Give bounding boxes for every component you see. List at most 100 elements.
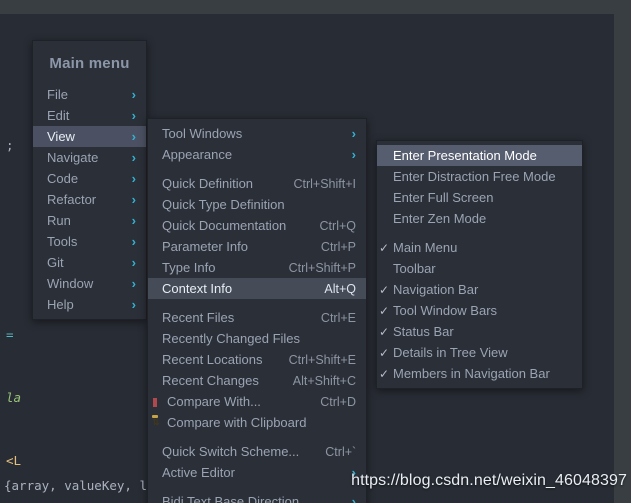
menu-item-bidi-text-base-direction[interactable]: Bidi Text Base Direction › <box>148 491 366 503</box>
menu-item-appearance[interactable]: Appearance › <box>148 144 366 165</box>
menu-item-label: Main Menu <box>393 240 458 255</box>
menu-item-active-editor[interactable]: Active Editor › <box>148 462 366 483</box>
menu-item-quick-documentation[interactable]: Quick Documentation Ctrl+Q <box>148 215 366 236</box>
main-menu-panel[interactable]: Main menu File › Edit › View › Navigate … <box>32 40 147 320</box>
menu-item-help[interactable]: Help › <box>33 294 146 315</box>
menu-item-label: Toolbar <box>393 261 436 276</box>
menu-item-label: Quick Switch Scheme... <box>162 444 300 459</box>
menu-item-recent-changes[interactable]: Recent Changes Alt+Shift+C <box>148 370 366 391</box>
check-icon: ✓ <box>379 213 393 225</box>
menu-item-recent-locations[interactable]: Recent Locations Ctrl+Shift+E <box>148 349 366 370</box>
menu-item-enter-presentation-mode[interactable]: ✓ Enter Presentation Mode <box>377 145 582 166</box>
menu-item-label: Quick Documentation <box>162 218 287 233</box>
menu-item-label: Appearance <box>162 147 233 162</box>
menu-item-view[interactable]: View › <box>33 126 146 147</box>
menu-item-enter-zen-mode[interactable]: ✓ Enter Zen Mode <box>377 208 582 229</box>
menu-item-quick-switch-scheme[interactable]: Quick Switch Scheme... Ctrl+` <box>148 441 366 462</box>
menu-separator <box>148 165 366 173</box>
code-line: la <box>6 390 22 405</box>
chevron-right-icon: › <box>351 147 356 162</box>
menu-item-label: Type Info <box>162 260 216 275</box>
menu-item-status-bar[interactable]: ✓ Status Bar <box>377 321 582 342</box>
compare-with-icon <box>149 395 164 409</box>
chevron-right-icon: › <box>351 494 356 503</box>
menu-item-git[interactable]: Git › <box>33 252 146 273</box>
menu-item-quick-definition[interactable]: Quick Definition Ctrl+Shift+I <box>148 173 366 194</box>
menu-item-label: Enter Distraction Free Mode <box>393 169 556 184</box>
menu-separator <box>377 229 582 237</box>
menu-item-enter-full-screen[interactable]: ✓ Enter Full Screen <box>377 187 582 208</box>
check-icon: ✓ <box>379 263 393 275</box>
menu-item-window[interactable]: Window › <box>33 273 146 294</box>
menu-item-members-in-navigation-bar[interactable]: ✓ Members in Navigation Bar <box>377 363 582 384</box>
chevron-right-icon: › <box>131 87 136 102</box>
menu-item-context-info[interactable]: Context Info Alt+Q <box>148 278 366 299</box>
menu-item-label: Tools <box>47 234 78 249</box>
check-icon: ✓ <box>379 324 390 339</box>
chevron-right-icon: › <box>131 108 136 123</box>
menu-item-label: Bidi Text Base Direction <box>162 494 300 503</box>
menu-item-shortcut: Ctrl+Shift+I <box>293 176 356 191</box>
menu-item-label: Status Bar <box>393 324 454 339</box>
menu-item-shortcut: Ctrl+` <box>325 444 357 459</box>
menu-item-compare-with-clipboard[interactable]: Compare with Clipboard <box>148 412 366 433</box>
menu-item-label: Details in Tree View <box>393 345 508 360</box>
menu-item-label: View <box>47 129 75 144</box>
menu-item-label: Code <box>47 171 79 186</box>
menu-item-label: Refactor <box>47 192 97 207</box>
menu-item-toolbar[interactable]: ✓ Toolbar <box>377 258 582 279</box>
chevron-right-icon: › <box>131 150 136 165</box>
menu-item-quick-type-definition[interactable]: Quick Type Definition <box>148 194 366 215</box>
menu-item-file[interactable]: File › <box>33 84 146 105</box>
menu-item-run[interactable]: Run › <box>33 210 146 231</box>
menu-item-label: Enter Zen Mode <box>393 211 487 226</box>
menu-item-main-menu[interactable]: ✓ Main Menu <box>377 237 582 258</box>
menu-item-label: Parameter Info <box>162 239 248 254</box>
check-icon: ✓ <box>379 240 390 255</box>
menu-item-label: Run <box>47 213 71 228</box>
menu-item-shortcut: Alt+Shift+C <box>292 373 356 388</box>
menu-item-shortcut: Ctrl+E <box>320 310 356 325</box>
menu-item-parameter-info[interactable]: Parameter Info Ctrl+P <box>148 236 366 257</box>
menu-item-code[interactable]: Code › <box>33 168 146 189</box>
menu-item-refactor[interactable]: Refactor › <box>33 189 146 210</box>
check-icon: ✓ <box>379 192 393 204</box>
menu-item-recently-changed-files[interactable]: Recently Changed Files <box>148 328 366 349</box>
menu-item-shortcut: Ctrl+Q <box>319 218 356 233</box>
menu-item-shortcut: Ctrl+P <box>320 239 356 254</box>
app-root: ; = la <L ch (); {array, valueKey, label… <box>0 0 631 503</box>
menu-item-compare-with[interactable]: Compare With... Ctrl+D <box>148 391 366 412</box>
menu-item-label: Tool Windows <box>162 126 243 141</box>
check-icon: ✓ <box>379 282 390 297</box>
check-icon: ✓ <box>379 171 393 183</box>
appearance-submenu-panel[interactable]: ✓ Enter Presentation Mode ✓ Enter Distra… <box>376 140 583 389</box>
menu-item-label: Compare With... <box>167 394 261 409</box>
menu-item-details-in-tree-view[interactable]: ✓ Details in Tree View <box>377 342 582 363</box>
chevron-right-icon: › <box>131 234 136 249</box>
menu-item-label: Enter Full Screen <box>393 190 494 205</box>
menu-item-label: Enter Presentation Mode <box>393 148 537 163</box>
menu-item-navigation-bar[interactable]: ✓ Navigation Bar <box>377 279 582 300</box>
menu-item-tool-windows[interactable]: Tool Windows › <box>148 123 366 144</box>
menu-item-recent-files[interactable]: Recent Files Ctrl+E <box>148 307 366 328</box>
menu-item-shortcut: Ctrl+D <box>320 394 356 409</box>
menu-item-type-info[interactable]: Type Info Ctrl+Shift+P <box>148 257 366 278</box>
menu-item-label: Navigate <box>47 150 99 165</box>
menu-item-label: Compare with Clipboard <box>167 415 307 430</box>
menu-item-label: Context Info <box>162 281 233 296</box>
menu-item-navigate[interactable]: Navigate › <box>33 147 146 168</box>
menu-separator <box>148 299 366 307</box>
menu-separator <box>148 433 366 441</box>
view-submenu-panel[interactable]: Tool Windows › Appearance › Quick Defini… <box>147 118 367 503</box>
menu-item-edit[interactable]: Edit › <box>33 105 146 126</box>
menu-item-label: Recent Locations <box>162 352 263 367</box>
menu-item-label: Window <box>47 276 94 291</box>
compare-clipboard-icon <box>149 416 164 430</box>
menu-item-shortcut: Ctrl+Shift+E <box>288 352 356 367</box>
menu-item-enter-distraction-free-mode[interactable]: ✓ Enter Distraction Free Mode <box>377 166 582 187</box>
menu-item-tools[interactable]: Tools › <box>33 231 146 252</box>
chevron-right-icon: › <box>131 192 136 207</box>
chevron-right-icon: › <box>131 297 136 312</box>
menu-item-tool-window-bars[interactable]: ✓ Tool Window Bars <box>377 300 582 321</box>
code-line: = <box>6 327 14 342</box>
